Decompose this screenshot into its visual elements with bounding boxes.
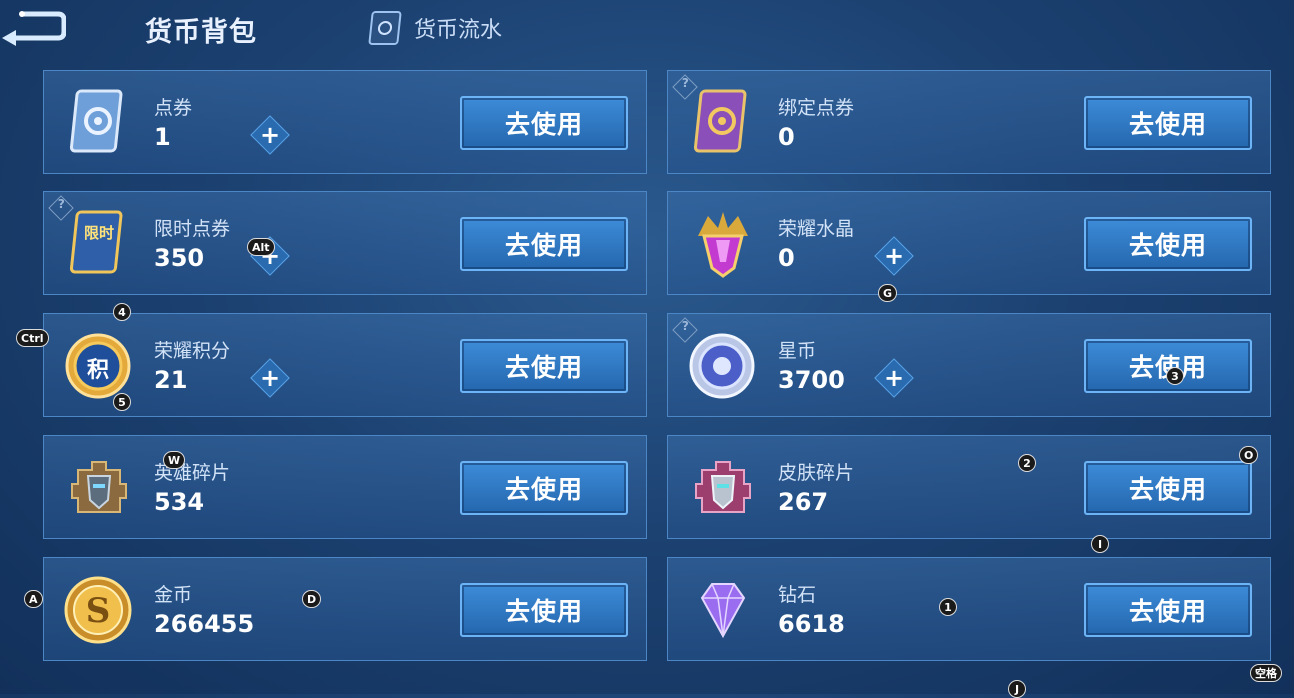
currency-card-coupon: 点券 1 + 去使用: [43, 70, 647, 174]
currency-card-hero-shard: 英雄碎片 534 去使用: [43, 435, 647, 539]
plus-icon: +: [883, 242, 905, 270]
limited-coupon-icon: 限时: [64, 206, 134, 280]
currency-card-glory-points: 积 荣耀积分 21 + 去使用: [43, 313, 647, 417]
use-button[interactable]: 去使用: [460, 96, 628, 150]
currency-flow-tab[interactable]: 货币流水: [368, 10, 503, 46]
currency-name: 皮肤碎片: [778, 462, 855, 484]
key-hint-5: 5: [113, 393, 131, 411]
glory-points-icon-label: 积: [86, 358, 109, 383]
key-hint-i: I: [1091, 535, 1109, 553]
currency-amount: 3700: [778, 366, 845, 394]
bound-coupon-ticket-icon: [688, 85, 758, 159]
currency-card-gold-coin: S 金币 266455 去使用: [43, 557, 647, 661]
currency-name: 星币: [778, 340, 817, 362]
skin-shard-icon: [688, 450, 758, 524]
ticket-icon: [368, 11, 402, 45]
currency-name: 荣耀水晶: [778, 218, 855, 240]
key-hint-space: 空格: [1250, 664, 1282, 682]
top-bar: 货币背包 货币流水: [0, 0, 1294, 60]
currency-name: 荣耀积分: [154, 340, 231, 362]
use-button[interactable]: 去使用: [460, 583, 628, 637]
plus-icon: +: [259, 364, 281, 392]
add-glory-points-button[interactable]: +: [250, 358, 290, 398]
currency-amount: 350: [154, 244, 205, 272]
key-hint-ctrl: Ctrl: [16, 329, 49, 347]
currency-card-limited-coupon: ? 限时 限时点券 350 + 去使用: [43, 191, 647, 295]
add-coupon-button[interactable]: +: [250, 115, 290, 155]
currency-amount: 266455: [154, 610, 255, 638]
currency-flow-label: 货币流水: [414, 18, 503, 43]
use-button[interactable]: 去使用: [460, 461, 628, 515]
key-hint-j: J: [1008, 680, 1026, 698]
star-coin-icon: [688, 328, 758, 402]
key-hint-2: 2: [1018, 454, 1036, 472]
key-hint-a: A: [24, 590, 43, 608]
currency-amount: 6618: [778, 610, 845, 638]
coupon-ticket-icon: [64, 85, 134, 159]
svg-text:S: S: [86, 591, 111, 631]
gold-coin-icon: S: [64, 572, 134, 646]
key-hint-1: 1: [939, 598, 957, 616]
hero-shard-icon: [64, 450, 134, 524]
use-button[interactable]: 去使用: [1084, 461, 1252, 515]
add-star-coin-button[interactable]: +: [874, 358, 914, 398]
use-button[interactable]: 去使用: [1084, 339, 1252, 393]
currency-amount: 534: [154, 488, 205, 516]
key-hint-4: 4: [113, 303, 131, 321]
page-title: 货币背包: [145, 17, 257, 48]
key-hint-alt: Alt: [247, 238, 275, 256]
glory-points-icon: 积: [64, 328, 134, 402]
plus-icon: +: [259, 121, 281, 149]
add-glory-crystal-button[interactable]: +: [874, 236, 914, 276]
back-arrow-icon: [2, 11, 67, 46]
currency-card-skin-shard: 皮肤碎片 267 去使用: [667, 435, 1271, 539]
currency-amount: 267: [778, 488, 829, 516]
currency-card-star-coin: ? 星币 3700 + 去使用: [667, 313, 1271, 417]
currency-name: 点券: [154, 97, 193, 119]
key-hint-w: W: [163, 451, 186, 469]
currency-amount: 0: [778, 244, 795, 272]
plus-icon: +: [883, 364, 905, 392]
currency-name: 绑定点券: [778, 97, 855, 119]
limited-coupon-icon-label: 限时: [84, 224, 115, 242]
use-button[interactable]: 去使用: [1084, 217, 1252, 271]
currency-card-glory-crystal: 荣耀水晶 0 + 去使用: [667, 191, 1271, 295]
diamond-icon: [688, 572, 758, 646]
currency-name: 金币: [154, 584, 193, 606]
key-hint-g: G: [878, 284, 898, 302]
key-hint-3: 3: [1166, 367, 1184, 385]
use-button[interactable]: 去使用: [1084, 96, 1252, 150]
currency-card-bound-coupon: ? 绑定点券 0 去使用: [667, 70, 1271, 174]
currency-name: 限时点券: [154, 218, 231, 240]
currency-amount: 21: [154, 366, 188, 394]
currency-amount: 1: [154, 123, 171, 151]
currency-amount: 0: [778, 123, 795, 151]
use-button[interactable]: 去使用: [460, 339, 628, 393]
glory-crystal-icon: [688, 206, 758, 280]
currency-card-diamond: 钻石 6618 去使用: [667, 557, 1271, 661]
back-button[interactable]: [0, 6, 67, 46]
currency-name: 钻石: [778, 584, 817, 606]
key-hint-d: D: [302, 590, 322, 608]
use-button[interactable]: 去使用: [1084, 583, 1252, 637]
use-button[interactable]: 去使用: [460, 217, 628, 271]
